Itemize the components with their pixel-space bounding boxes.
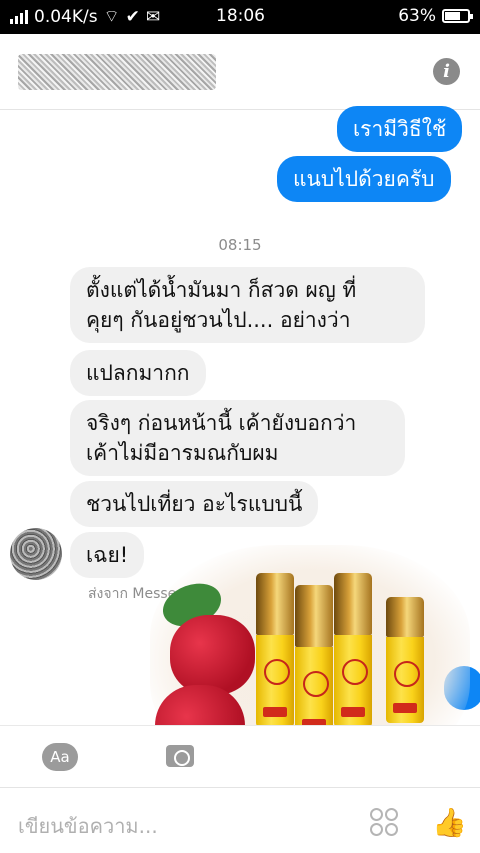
- battery-icon: [442, 9, 473, 23]
- incoming-message: ชวนไปเที่ยว อะไรแบบนี้: [70, 481, 319, 527]
- clock: 18:06: [216, 6, 265, 26]
- check-icon: ✔: [125, 6, 140, 27]
- outgoing-message: เรามีวิธีใช้: [337, 106, 463, 152]
- status-bar: 0.04K/s ⌔ ✔ ✉ 18:06 63%: [0, 0, 480, 34]
- wifi-icon: ⌔: [103, 7, 120, 27]
- incoming-message: แปลกมากก: [70, 350, 206, 396]
- oil-bottle: [334, 573, 372, 727]
- message-line: จริงๆ ก่อนหน้านี้ เค้ายังบอกว่า: [86, 411, 357, 435]
- text-format-button[interactable]: Aa: [42, 743, 78, 771]
- incoming-message: จริงๆ ก่อนหน้านี้ เค้ายังบอกว่า เค้าไม่ม…: [70, 400, 405, 476]
- message-line: คุยๆ กันอยู่ชวนไป.... อย่างว่า: [86, 308, 351, 332]
- conversation-header: i: [0, 34, 480, 110]
- message-input[interactable]: เขียนข้อความ...: [18, 810, 158, 842]
- oil-bottle: [386, 597, 424, 723]
- camera-icon[interactable]: [166, 745, 194, 767]
- mail-icon: ✉: [145, 6, 161, 27]
- avatar[interactable]: [10, 528, 62, 580]
- message-timestamp: 08:15: [218, 236, 262, 254]
- battery-percent: 63%: [398, 6, 436, 26]
- oil-bottle: [256, 573, 294, 727]
- message-line: เค้าไม่มีอารมณกับผม: [86, 441, 279, 465]
- message-composer: เขียนข้อความ... 👍: [0, 787, 480, 853]
- signal-icon: [10, 9, 28, 24]
- info-icon[interactable]: i: [433, 58, 460, 85]
- oil-bottle: [295, 585, 333, 739]
- emoji-icon[interactable]: [370, 808, 398, 836]
- like-icon[interactable]: 👍: [432, 806, 467, 839]
- composer-toolbar: Aa: [0, 725, 480, 787]
- incoming-message: เฉย!: [70, 532, 145, 578]
- rose-shape: [170, 615, 255, 695]
- contact-name-redacted: [18, 54, 216, 90]
- message-line: ตั้งแต่ได้น้ำมันมา ก็สวด ผญ ที่: [86, 278, 357, 302]
- outgoing-message: แนบไปด้วยครับ: [277, 156, 451, 202]
- network-speed: 0.04K/s: [34, 6, 98, 27]
- incoming-message: ตั้งแต่ได้น้ำมันมา ก็สวด ผญ ที่ คุยๆ กัน…: [70, 267, 425, 343]
